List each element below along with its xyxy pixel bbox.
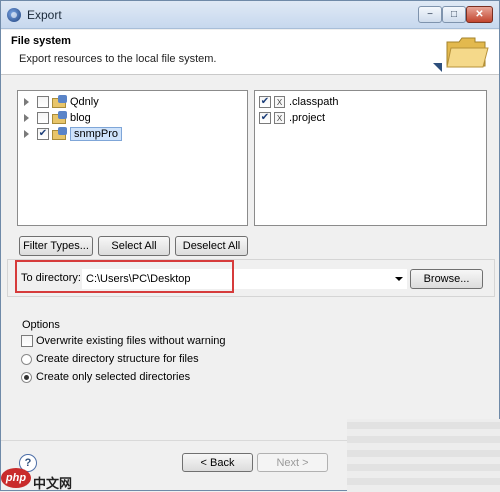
watermark-text: 中文网: [33, 476, 73, 491]
window-title: Export: [27, 8, 62, 22]
create-structure-radio[interactable]: [21, 353, 32, 365]
tree-item-label: Qdnly: [70, 96, 99, 108]
back-button[interactable]: < Back: [182, 453, 253, 472]
title-bar: Export − □ ✕: [1, 1, 499, 29]
tree-item-label: snmpPro: [70, 127, 123, 141]
java-project-icon: [52, 127, 67, 140]
tree-item-qdnly[interactable]: Qdnly: [18, 94, 99, 110]
options-heading: Options: [22, 319, 60, 331]
filter-types-button[interactable]: Filter Types...: [19, 236, 93, 256]
pixelated-region: [347, 419, 500, 492]
deselect-all-button[interactable]: Deselect All: [175, 236, 248, 256]
create-selected-label: Create only selected directories: [36, 371, 191, 383]
xml-file-icon: X: [274, 112, 285, 124]
expand-icon[interactable]: [24, 98, 29, 106]
page-title: File system: [11, 35, 71, 47]
list-item-classpath[interactable]: ✔ X .classpath: [259, 94, 339, 110]
create-selected-radio[interactable]: [21, 371, 32, 383]
close-button[interactable]: ✕: [466, 6, 493, 23]
header-arrow-icon: [433, 63, 442, 72]
minimize-button[interactable]: −: [418, 6, 442, 23]
wizard-header: File system Export resources to the loca…: [1, 30, 499, 75]
list-item-project[interactable]: ✔ X .project: [259, 110, 325, 126]
open-folder-icon: [446, 37, 489, 68]
highlight-annotation: [15, 260, 234, 293]
expand-icon[interactable]: [24, 130, 29, 138]
overwrite-label: Overwrite existing files without warning: [36, 335, 226, 347]
file-list[interactable]: ✔ X .classpath ✔ X .project: [254, 90, 487, 226]
next-button[interactable]: Next >: [257, 453, 328, 472]
java-project-icon: [52, 95, 67, 108]
tree-item-blog[interactable]: blog: [18, 110, 91, 126]
page-description: Export resources to the local file syste…: [19, 53, 217, 65]
export-dialog: Export − □ ✕ File system Export resource…: [0, 0, 500, 492]
overwrite-option[interactable]: Overwrite existing files without warning: [21, 334, 226, 348]
chevron-down-icon[interactable]: [395, 277, 403, 281]
maximize-icon: □: [450, 9, 458, 20]
browse-button[interactable]: Browse...: [410, 269, 483, 289]
xml-file-icon: X: [274, 96, 285, 108]
tree-item-label: blog: [70, 112, 91, 124]
php-badge: php: [1, 468, 31, 488]
close-icon: ✕: [475, 9, 484, 20]
resource-tree[interactable]: Qdnly blog ✔ snmpPro: [17, 90, 248, 226]
expand-icon[interactable]: [24, 114, 29, 122]
list-item-label: .project: [289, 112, 326, 124]
help-icon: ?: [24, 457, 32, 469]
tree-item-snmppro[interactable]: ✔ snmpPro: [18, 126, 123, 142]
create-selected-option[interactable]: Create only selected directories: [21, 370, 190, 384]
tree-checkbox-qdnly[interactable]: [37, 96, 49, 108]
file-checkbox-classpath[interactable]: ✔: [259, 96, 271, 108]
file-checkbox-project[interactable]: ✔: [259, 112, 271, 124]
select-all-button[interactable]: Select All: [98, 236, 170, 256]
overwrite-checkbox[interactable]: [21, 335, 33, 347]
tree-checkbox-blog[interactable]: [37, 112, 49, 124]
create-structure-label: Create directory structure for files: [36, 353, 199, 365]
list-item-label: .classpath: [289, 96, 339, 108]
java-project-icon: [52, 111, 67, 124]
minimize-icon: −: [427, 9, 433, 20]
maximize-button[interactable]: □: [442, 6, 466, 23]
create-structure-option[interactable]: Create directory structure for files: [21, 352, 199, 366]
tree-checkbox-snmppro[interactable]: ✔: [37, 128, 49, 140]
eclipse-icon: [7, 8, 21, 22]
